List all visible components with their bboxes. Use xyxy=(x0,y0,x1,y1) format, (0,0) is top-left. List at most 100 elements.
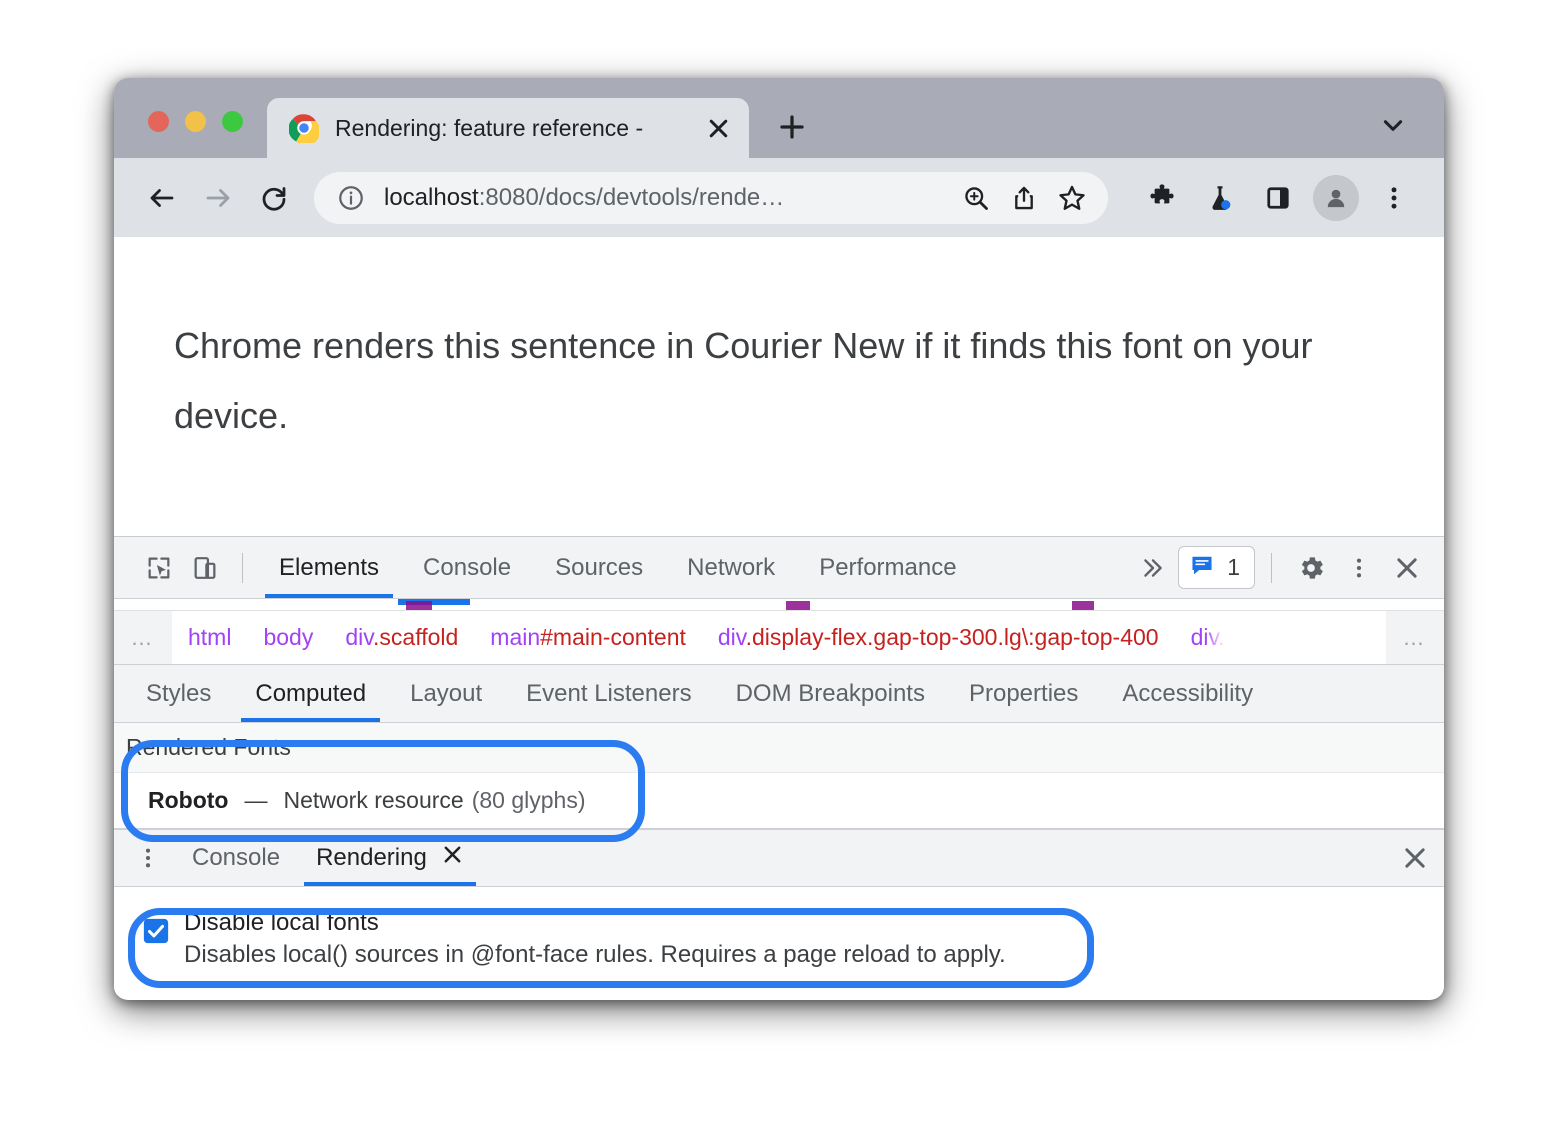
traffic-lights xyxy=(114,111,263,158)
breadcrumb-item-div-display-flex[interactable]: div.display-flex.gap-top-300.lg\:gap-top… xyxy=(702,624,1175,651)
drawer-tab-rendering[interactable]: Rendering xyxy=(298,830,482,886)
close-icon[interactable] xyxy=(441,843,464,873)
page-viewport: Chrome renders this sentence in Courier … xyxy=(114,237,1444,537)
rendered-font-source: Network resource xyxy=(283,787,464,813)
navigation-toolbar: localhost:8080/docs/devtools/rende… xyxy=(114,158,1444,237)
breadcrumb-overflow-right[interactable]: … xyxy=(1386,611,1444,664)
gear-icon[interactable] xyxy=(1288,545,1334,591)
disable-local-fonts-description: Disables local() sources in @font-face r… xyxy=(184,941,1006,968)
tab-sources[interactable]: Sources xyxy=(533,537,665,598)
breadcrumb-tag: div xyxy=(717,624,746,650)
star-icon[interactable] xyxy=(1048,174,1096,222)
maximize-window-button[interactable] xyxy=(222,111,243,132)
breadcrumb-tag: div xyxy=(1190,624,1219,650)
rendered-font-name: Roboto xyxy=(148,787,229,813)
breadcrumb-id: #main-content xyxy=(540,624,686,650)
rendered-fonts-row: Roboto — Network resource (80 glyphs) xyxy=(114,773,1444,829)
reload-icon[interactable] xyxy=(248,172,300,224)
breadcrumb-tag: div xyxy=(345,624,374,650)
back-arrow-icon[interactable] xyxy=(136,172,188,224)
tab-event-listeners[interactable]: Event Listeners xyxy=(504,665,713,722)
puzzle-icon[interactable] xyxy=(1136,172,1188,224)
dom-fragment xyxy=(1072,601,1094,610)
breadcrumb-item-div-truncated[interactable]: div. xyxy=(1175,624,1225,651)
drawer-tab-bar: Console Rendering xyxy=(114,829,1444,887)
devtools-toolbar: Elements Console Sources Network Perform… xyxy=(114,537,1444,599)
device-toggle-icon[interactable] xyxy=(182,545,228,591)
new-tab-button[interactable] xyxy=(763,98,821,156)
minimize-window-button[interactable] xyxy=(185,111,206,132)
breadcrumb-overflow-left[interactable]: … xyxy=(114,611,172,664)
tab-console[interactable]: Console xyxy=(401,537,533,598)
breadcrumb-item-body[interactable]: body xyxy=(247,624,329,651)
url-path: :8080/docs/devtools/rende… xyxy=(478,183,785,211)
page-sentence: Chrome renders this sentence in Courier … xyxy=(174,325,1313,437)
tab-strip: Rendering: feature reference - xyxy=(114,78,1444,158)
breadcrumb: … html body div.scaffold main#main-conte… xyxy=(114,611,1444,665)
chevron-double-right-icon[interactable] xyxy=(1130,545,1176,591)
flask-icon[interactable] xyxy=(1194,172,1246,224)
drawer-close-icon[interactable] xyxy=(1386,830,1444,886)
browser-window: Rendering: feature reference - localhost… xyxy=(114,78,1444,1000)
three-dot-menu-icon[interactable] xyxy=(1368,172,1420,224)
dom-fragment xyxy=(786,601,810,610)
dom-fragment xyxy=(406,601,432,610)
disable-local-fonts-texts: Disable local fonts Disables local() sou… xyxy=(184,909,1006,969)
tab-styles[interactable]: Styles xyxy=(124,665,233,722)
breadcrumb-class: .display-flex.gap-top-300.lg\:gap-top-40… xyxy=(745,624,1159,650)
tab-computed[interactable]: Computed xyxy=(233,665,388,722)
sidebar-pane-tabs: Styles Computed Layout Event Listeners D… xyxy=(114,665,1444,723)
close-icon[interactable] xyxy=(701,111,735,145)
tab-dom-breakpoints[interactable]: DOM Breakpoints xyxy=(714,665,947,722)
tab-elements[interactable]: Elements xyxy=(257,537,401,598)
breadcrumb-tag: html xyxy=(188,624,232,650)
drawer-tab-label: Console xyxy=(192,844,281,871)
close-window-button[interactable] xyxy=(148,111,169,132)
tab-network[interactable]: Network xyxy=(665,537,797,598)
breadcrumb-item-html[interactable]: html xyxy=(172,624,247,651)
breadcrumb-item-main-content[interactable]: main#main-content xyxy=(474,624,702,651)
close-icon[interactable] xyxy=(1384,545,1430,591)
three-dot-menu-icon[interactable] xyxy=(122,830,174,886)
tab-performance[interactable]: Performance xyxy=(797,537,978,598)
browser-tab[interactable]: Rendering: feature reference - xyxy=(267,98,749,158)
disable-local-fonts-title: Disable local fonts xyxy=(184,909,379,936)
tab-accessibility[interactable]: Accessibility xyxy=(1100,665,1275,722)
toolbar-actions xyxy=(1136,172,1420,224)
zoom-in-icon[interactable] xyxy=(952,174,1000,222)
toolbar-divider-2 xyxy=(1271,552,1272,583)
chevron-down-icon[interactable] xyxy=(1376,108,1410,142)
devtools-tab-list: Elements Console Sources Network Perform… xyxy=(257,537,979,598)
computed-pane: Rendered Fonts Roboto — Network resource… xyxy=(114,723,1444,829)
devtools-panel: Elements Console Sources Network Perform… xyxy=(114,537,1444,995)
side-panel-icon[interactable] xyxy=(1252,172,1304,224)
address-bar[interactable]: localhost:8080/docs/devtools/rende… xyxy=(314,171,1108,224)
drawer-tab-console[interactable]: Console xyxy=(174,830,298,886)
issues-badge[interactable]: 1 xyxy=(1178,546,1255,589)
tab-layout[interactable]: Layout xyxy=(388,665,504,722)
devtools-toolbar-actions: 1 xyxy=(1130,545,1430,591)
rendered-font-glyphs: (80 glyphs) xyxy=(471,787,586,813)
info-circle-icon[interactable] xyxy=(336,183,366,213)
address-bar-url: localhost:8080/docs/devtools/rende… xyxy=(384,184,952,212)
avatar[interactable] xyxy=(1310,172,1362,224)
rendered-font-dash: — xyxy=(244,787,268,813)
breadcrumb-tag: body xyxy=(263,624,314,650)
disable-local-fonts-checkbox[interactable] xyxy=(142,917,170,945)
forward-arrow-icon[interactable] xyxy=(192,172,244,224)
share-icon[interactable] xyxy=(1000,174,1048,222)
rendered-fonts-header[interactable]: Rendered Fonts xyxy=(114,723,1444,773)
breadcrumb-class: .scaffold xyxy=(373,624,459,650)
dom-tree-sliver xyxy=(114,599,1444,611)
chrome-logo-icon xyxy=(288,113,321,146)
avatar-icon xyxy=(1313,174,1359,221)
toolbar-divider xyxy=(242,552,243,583)
drawer-tab-label: Rendering xyxy=(316,844,427,871)
tab-properties[interactable]: Properties xyxy=(947,665,1100,722)
browser-tab-title: Rendering: feature reference - xyxy=(335,114,644,141)
issues-message-icon xyxy=(1189,552,1215,583)
inspect-cursor-icon[interactable] xyxy=(136,545,182,591)
breadcrumb-item-div-scaffold[interactable]: div.scaffold xyxy=(329,624,474,651)
disable-local-fonts-setting[interactable]: Disable local fonts Disables local() sou… xyxy=(142,909,1444,969)
three-dot-menu-icon[interactable] xyxy=(1336,545,1382,591)
